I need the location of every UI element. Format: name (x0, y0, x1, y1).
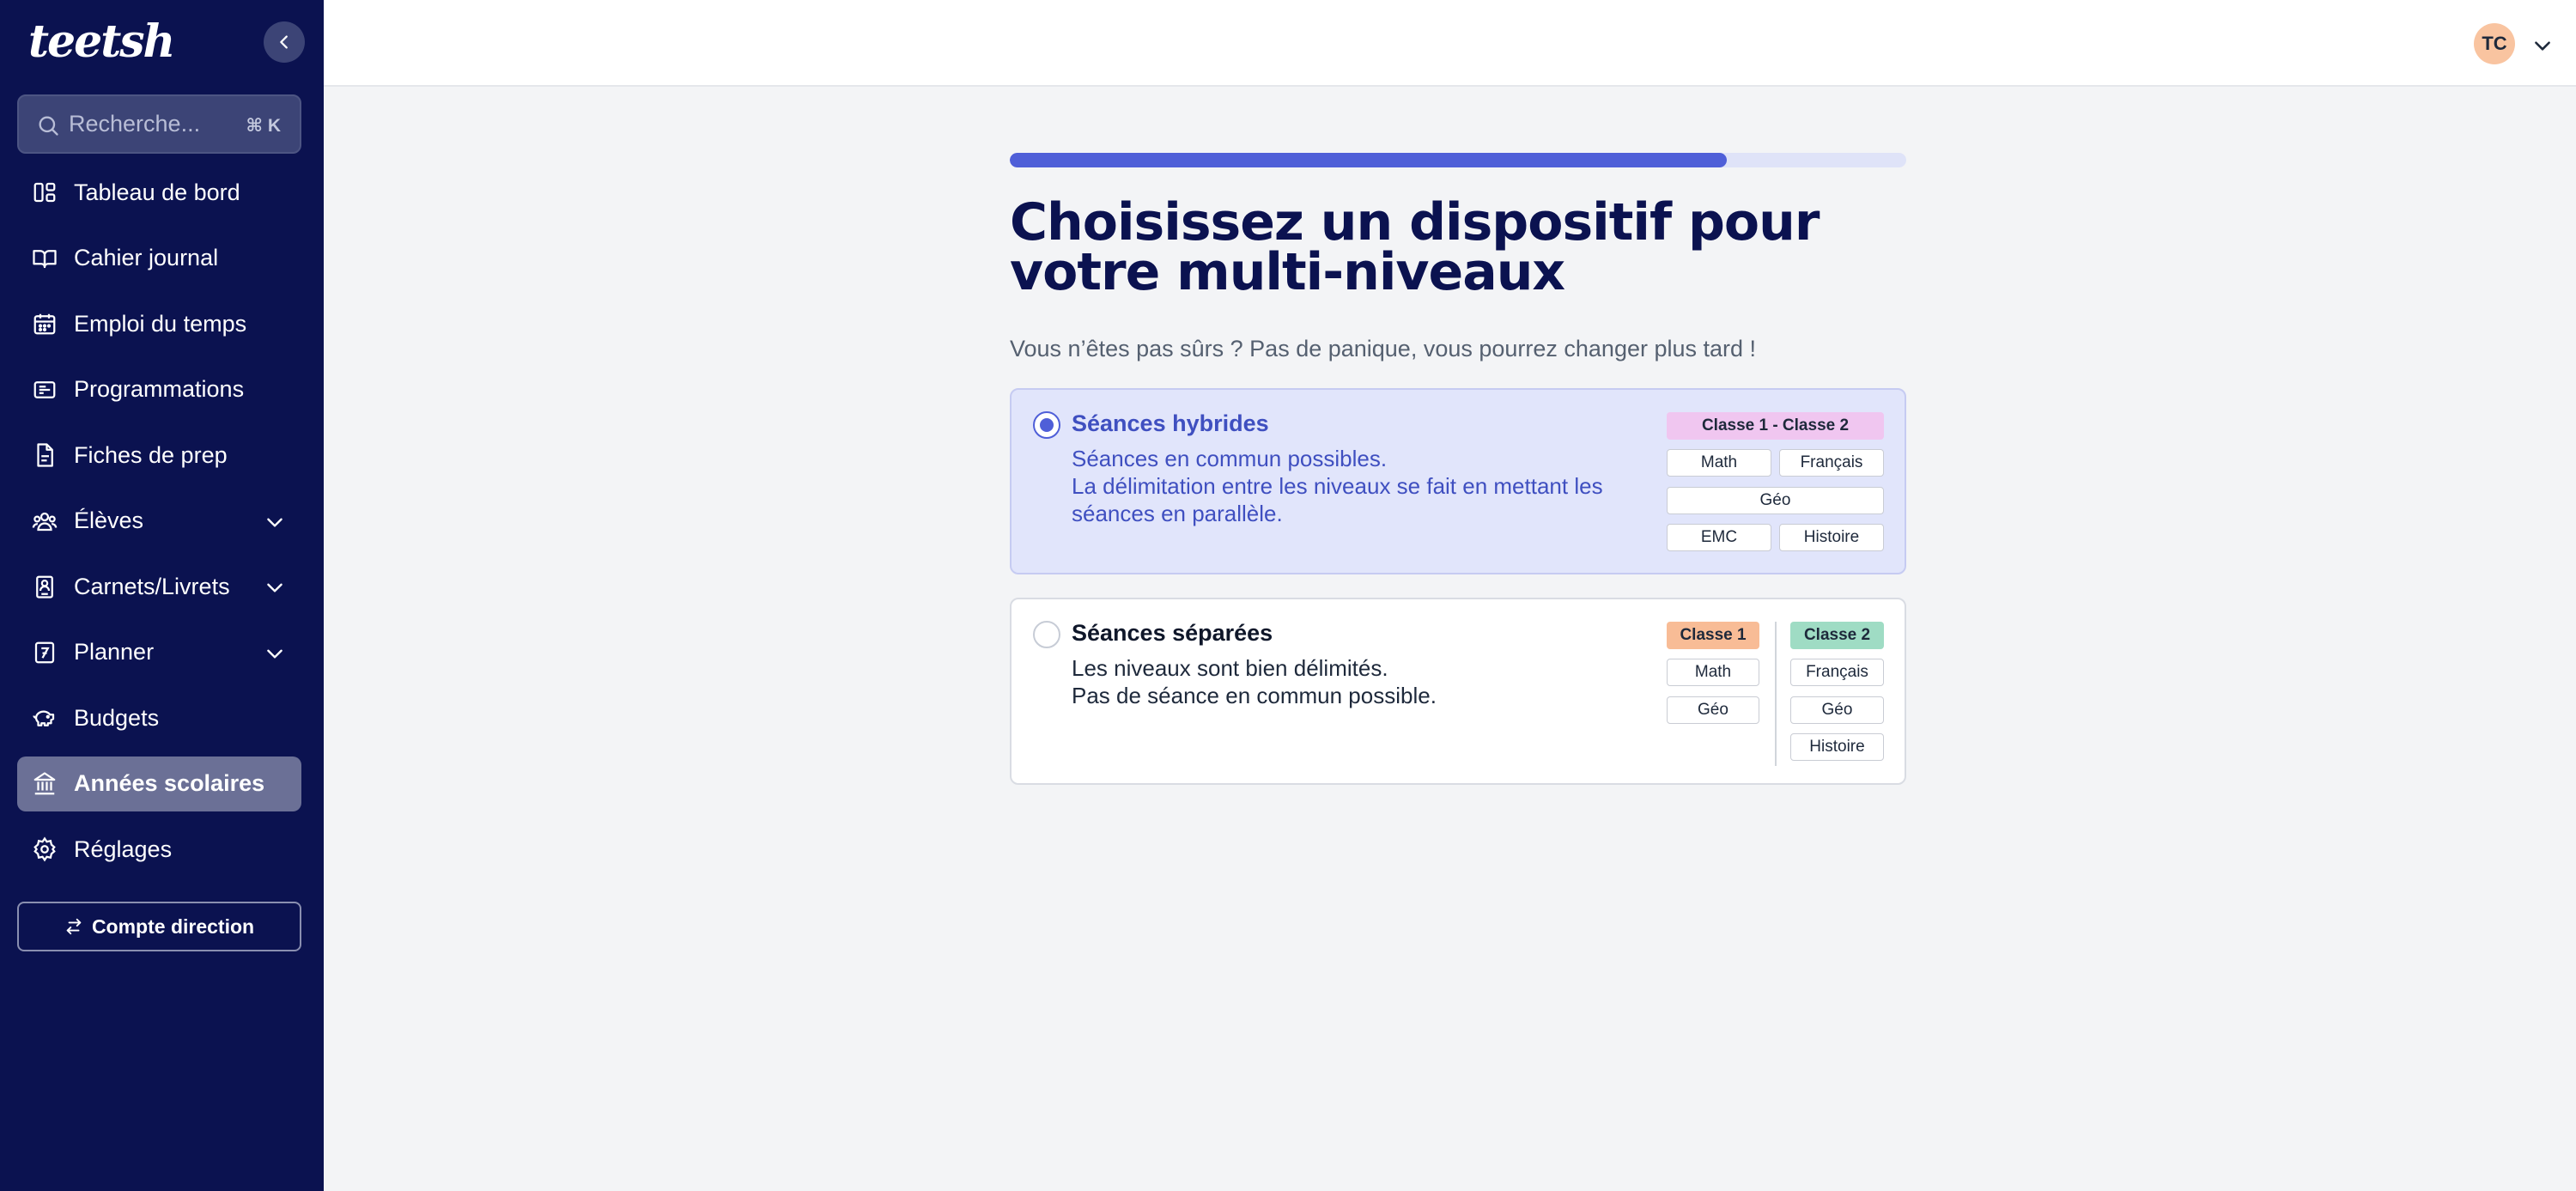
option-description-line: La délimitation entre les niveaux se fai… (1072, 473, 1603, 526)
sidebar-item-label: Élèves (74, 507, 144, 533)
option-description-line: Pas de séance en commun possible. (1072, 683, 1437, 708)
subject-chip: Français (1779, 449, 1884, 477)
subject-chip: Histoire (1779, 524, 1884, 551)
class1-header-chip: Classe 1 (1667, 622, 1759, 649)
sidebar-item-label: Réglages (74, 836, 173, 862)
subject-chip: Géo (1667, 696, 1759, 724)
subject-chip: Géo (1667, 487, 1884, 514)
chevron-down-icon (267, 649, 283, 659)
collapse-sidebar-button[interactable] (264, 21, 305, 63)
list-card-icon (29, 374, 60, 405)
sidebar-item-carnets-livrets[interactable]: Carnets/Livrets (17, 559, 301, 614)
option-card-seances-separees[interactable]: Séances séparées Les niveaux sont bien d… (1010, 598, 1906, 785)
search-icon (39, 116, 58, 136)
class-divider (1775, 622, 1777, 766)
radio-seances-separees[interactable] (1033, 621, 1060, 648)
sidebar-item-label: Années scolaires (74, 770, 265, 796)
chevron-down-icon (267, 583, 283, 592)
school-building-icon (29, 769, 60, 799)
subject-chip: EMC (1667, 524, 1771, 551)
sidebar-nav: Tableau de bord Cahier journal Emploi du… (17, 165, 301, 888)
dashboard-icon (29, 177, 60, 208)
page-subtitle: Vous n’êtes pas sûrs ? Pas de panique, v… (1010, 336, 1757, 362)
sidebar-item-label: Carnets/Livrets (74, 573, 230, 599)
sidebar-item-fiches-de-prep[interactable]: Fiches de prep (17, 428, 301, 483)
compte-direction-label: Compte direction (91, 915, 255, 938)
subject-chip: Français (1790, 659, 1884, 686)
chevron-down-icon[interactable] (2531, 34, 2554, 57)
chevron-down-icon (267, 518, 283, 527)
progress-bar (1010, 153, 1906, 167)
notebook-icon (29, 571, 60, 602)
calendar-icon (29, 308, 60, 339)
option-title: Séances hybrides (1072, 410, 1269, 436)
avatar[interactable]: TC (2474, 23, 2515, 64)
sidebar-item-emploi-du-temps[interactable]: Emploi du temps (17, 296, 301, 351)
class2-header-chip: Classe 2 (1790, 622, 1884, 649)
piggy-bank-icon (29, 702, 60, 733)
subject-chip: Math (1667, 659, 1759, 686)
sidebar-item-label: Emploi du temps (74, 310, 247, 337)
sidebar: teetsh Recherche... ⌘ K Tableau de bord … (0, 0, 324, 1191)
option-description: Séances en commun possibles. La délimita… (1072, 445, 1656, 527)
chevron-left-icon (280, 35, 288, 49)
progress-fill (1010, 153, 1728, 167)
sidebar-item-label: Cahier journal (74, 245, 219, 270)
search-shortcut: ⌘ K (246, 116, 281, 136)
search-placeholder: Recherche... (69, 111, 201, 137)
swap-icon (66, 918, 82, 935)
topbar (324, 0, 2576, 87)
app-logo[interactable]: teetsh (28, 15, 175, 68)
sidebar-item-label: Programmations (74, 376, 245, 402)
book-open-icon (29, 243, 60, 274)
sidebar-item-label: Tableau de bord (74, 179, 240, 205)
subject-chip: Math (1667, 449, 1771, 477)
sidebar-item-label: Budgets (74, 704, 160, 731)
users-icon (29, 506, 60, 537)
option-description-line: Séances en commun possibles. (1072, 446, 1388, 471)
page-title: Choisissez un dispositif pour votre mult… (1010, 192, 1820, 302)
option-description-line: Les niveaux sont bien délimités. (1072, 655, 1388, 681)
sidebar-item-reglages[interactable]: Réglages (17, 822, 301, 877)
sidebar-item-programmations[interactable]: Programmations (17, 362, 301, 417)
subject-chip: Géo (1790, 696, 1884, 724)
planner-icon (29, 637, 60, 668)
subject-chip: Histoire (1790, 733, 1884, 761)
sidebar-item-budgets[interactable]: Budgets (17, 690, 301, 745)
sidebar-item-planner[interactable]: Planner (17, 625, 301, 680)
option-description: Les niveaux sont bien délimités. Pas de … (1072, 654, 1656, 709)
sidebar-item-cahier-journal[interactable]: Cahier journal (17, 231, 301, 286)
sidebar-item-eleves[interactable]: Élèves (17, 494, 301, 549)
search-input[interactable]: Recherche... ⌘ K (17, 94, 301, 154)
option-title: Séances séparées (1072, 620, 1273, 646)
gear-icon (29, 834, 60, 865)
class-header-chip: Classe 1 - Classe 2 (1667, 412, 1884, 440)
file-icon (29, 440, 60, 471)
option-card-seances-hybrides[interactable]: Séances hybrides Séances en commun possi… (1010, 388, 1906, 574)
sidebar-item-label: Planner (74, 639, 155, 665)
compte-direction-button[interactable]: Compte direction (17, 902, 301, 951)
sidebar-item-label: Fiches de prep (74, 441, 228, 468)
radio-seances-hybrides[interactable] (1033, 411, 1060, 439)
sidebar-item-tableau-de-bord[interactable]: Tableau de bord (17, 165, 301, 220)
sidebar-item-annees-scolaires[interactable]: Années scolaires (17, 756, 301, 811)
